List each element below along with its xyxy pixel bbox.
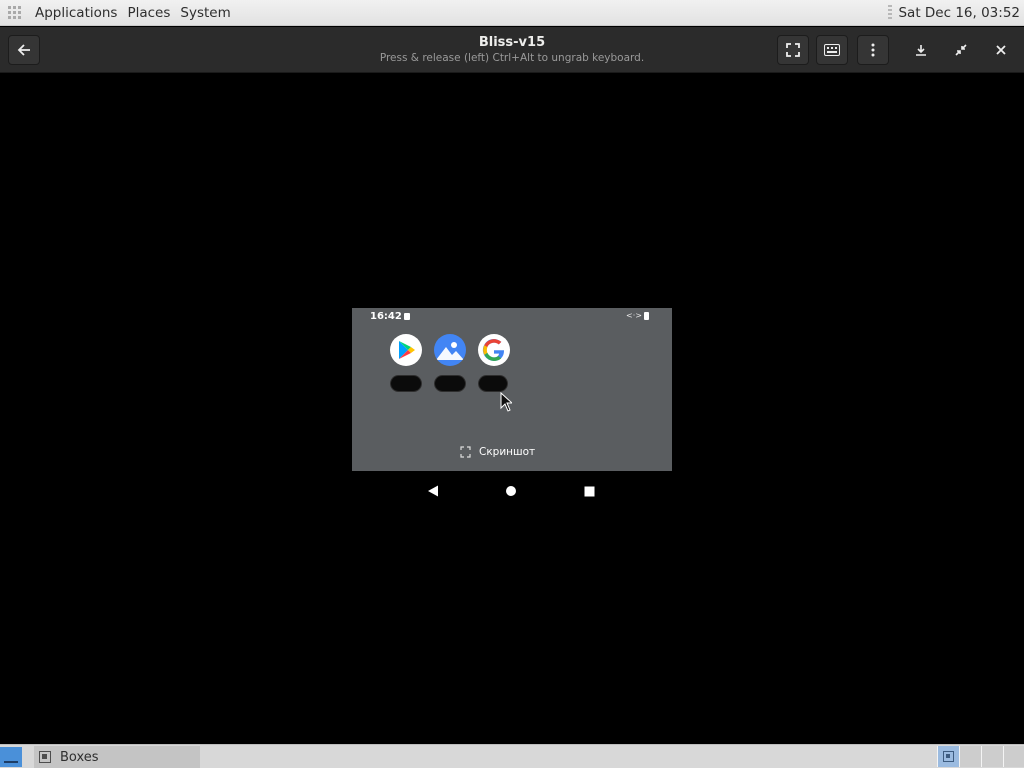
close-icon	[996, 45, 1006, 55]
boxes-icon	[39, 751, 51, 763]
task-item-label: Boxes	[60, 749, 99, 765]
android-home-button[interactable]	[504, 484, 518, 498]
fullscreen-button[interactable]	[777, 35, 809, 65]
panel-handle-icon	[888, 4, 893, 21]
workspace-1[interactable]	[937, 746, 959, 767]
menu-places[interactable]: Places	[122, 5, 175, 21]
network-icon: <·>	[626, 311, 642, 320]
play-store-app[interactable]	[390, 334, 422, 366]
status-time: 16:42	[370, 311, 402, 322]
keyboard-icon	[824, 44, 840, 56]
battery-icon	[644, 312, 649, 320]
mouse-pointer-icon	[500, 392, 512, 412]
workspace-4[interactable]	[1003, 746, 1024, 767]
menu-system[interactable]: System	[175, 5, 235, 21]
sd-card-icon	[404, 313, 410, 320]
play-store-icon	[399, 341, 415, 359]
android-back-button[interactable]	[426, 484, 440, 498]
unfullscreen-button[interactable]	[945, 35, 977, 65]
gallery-app[interactable]	[434, 334, 466, 366]
google-app[interactable]	[478, 334, 510, 366]
screenshot-corners-icon	[460, 446, 471, 458]
unfullscreen-icon	[955, 44, 967, 56]
applications-grid-icon[interactable]	[8, 5, 22, 20]
menu-applications[interactable]: Applications	[30, 5, 122, 21]
show-desktop-button[interactable]	[0, 747, 22, 767]
taskbar: Boxes	[0, 744, 1024, 768]
screenshot-button[interactable]: Скриншот	[460, 446, 535, 458]
screenshot-label: Скриншот	[479, 446, 536, 458]
vm-display[interactable]: 16:42 <·> Скриншот	[352, 308, 672, 471]
fullscreen-icon	[786, 43, 800, 57]
app-label-gallery	[434, 375, 466, 392]
android-recents-button[interactable]	[582, 484, 596, 498]
workspace-3[interactable]	[981, 746, 1003, 767]
close-button[interactable]	[985, 35, 1017, 65]
home-circle-icon	[506, 486, 516, 496]
menu-button[interactable]	[857, 35, 889, 65]
workspace-2[interactable]	[959, 746, 981, 767]
top-panel: Applications Places System Sat Dec 16, 0…	[0, 0, 1024, 26]
recents-square-icon	[584, 486, 594, 496]
header-bar: Bliss-v15 Press & release (left) Ctrl+Al…	[0, 27, 1024, 73]
menu-icon	[871, 43, 875, 57]
google-icon	[482, 339, 504, 362]
download-icon	[916, 45, 926, 56]
clock[interactable]: Sat Dec 16, 03:52	[898, 5, 1024, 21]
download-button[interactable]	[905, 35, 937, 65]
keyboard-button[interactable]	[816, 35, 848, 65]
window-thumbnail-icon	[943, 751, 954, 762]
gallery-icon	[436, 342, 464, 360]
task-item-boxes[interactable]: Boxes	[34, 746, 200, 768]
app-label-play-store	[390, 375, 422, 392]
back-triangle-icon	[428, 485, 438, 497]
app-label-google	[478, 375, 508, 392]
